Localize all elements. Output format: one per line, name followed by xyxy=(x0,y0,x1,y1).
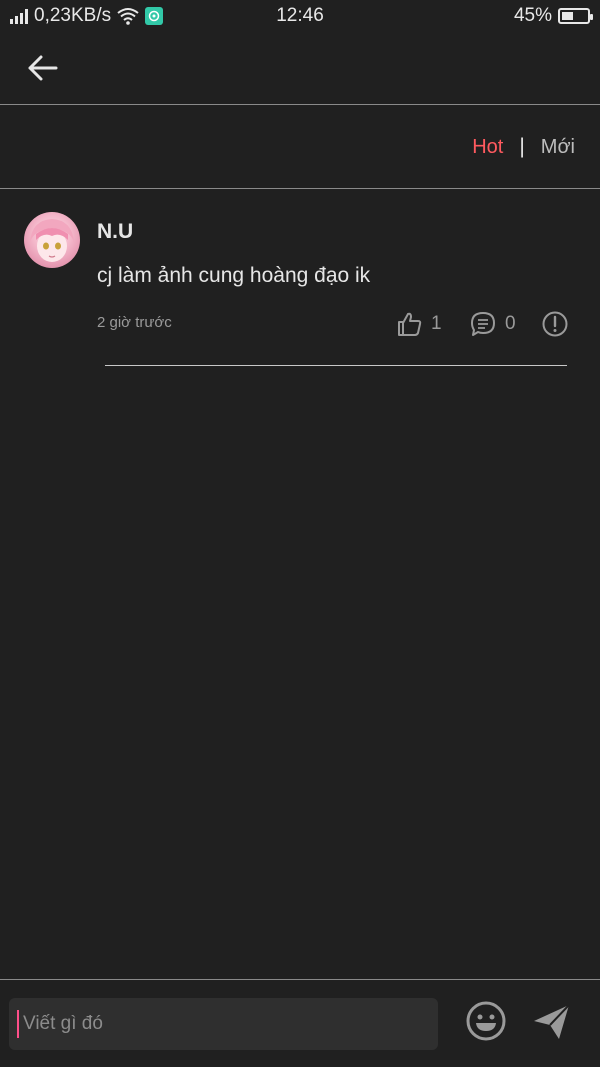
sort-new-tab[interactable]: Mới xyxy=(541,136,575,159)
battery-icon xyxy=(558,8,593,24)
reply-count: 0 xyxy=(505,313,516,334)
back-button[interactable] xyxy=(22,48,62,88)
comment-input[interactable] xyxy=(21,1012,405,1036)
comment-text: cj làm ảnh cung hoàng đạo ik xyxy=(97,264,371,287)
comment-username[interactable]: N.U xyxy=(97,220,133,244)
sort-hot-tab[interactable]: Hot xyxy=(472,136,503,159)
arrow-left-icon xyxy=(28,55,58,81)
comment-icon xyxy=(471,312,495,336)
top-bar xyxy=(0,32,600,105)
emoji-button[interactable] xyxy=(465,1000,507,1042)
like-button[interactable]: 1 xyxy=(395,310,442,338)
avatar[interactable] xyxy=(24,212,80,268)
like-count: 1 xyxy=(431,313,442,334)
comment-divider xyxy=(105,365,567,366)
avatar-image xyxy=(30,219,74,262)
sort-toggle: Hot | Mới xyxy=(472,135,575,159)
vpn-icon xyxy=(145,7,164,25)
alert-icon xyxy=(542,311,568,337)
comment-time: 2 giờ trước xyxy=(97,314,172,331)
emoji-icon xyxy=(466,1001,506,1041)
status-right: 45% xyxy=(513,5,593,27)
send-button[interactable] xyxy=(531,1001,573,1043)
status-bar: 0,23KB/s 12:46 45% xyxy=(0,0,600,32)
comment-composer xyxy=(0,979,600,1067)
report-button[interactable] xyxy=(541,310,569,338)
reply-button[interactable]: 0 xyxy=(469,310,516,338)
network-speed: 0,23KB/s xyxy=(34,5,112,26)
sort-bar: Hot | Mới xyxy=(0,105,600,189)
comment-meta: 2 giờ trước 1 0 xyxy=(97,310,569,340)
sort-separator: | xyxy=(519,135,525,158)
status-left: 0,23KB/s xyxy=(10,5,164,27)
battery-fill xyxy=(562,12,573,20)
send-icon xyxy=(534,1004,570,1039)
battery-percent: 45% xyxy=(513,5,552,26)
comment-input-box[interactable] xyxy=(9,998,438,1050)
wifi-icon xyxy=(117,8,139,25)
text-caret xyxy=(17,1010,19,1038)
signal-icon xyxy=(10,8,28,24)
thumbs-up-icon xyxy=(398,312,422,336)
